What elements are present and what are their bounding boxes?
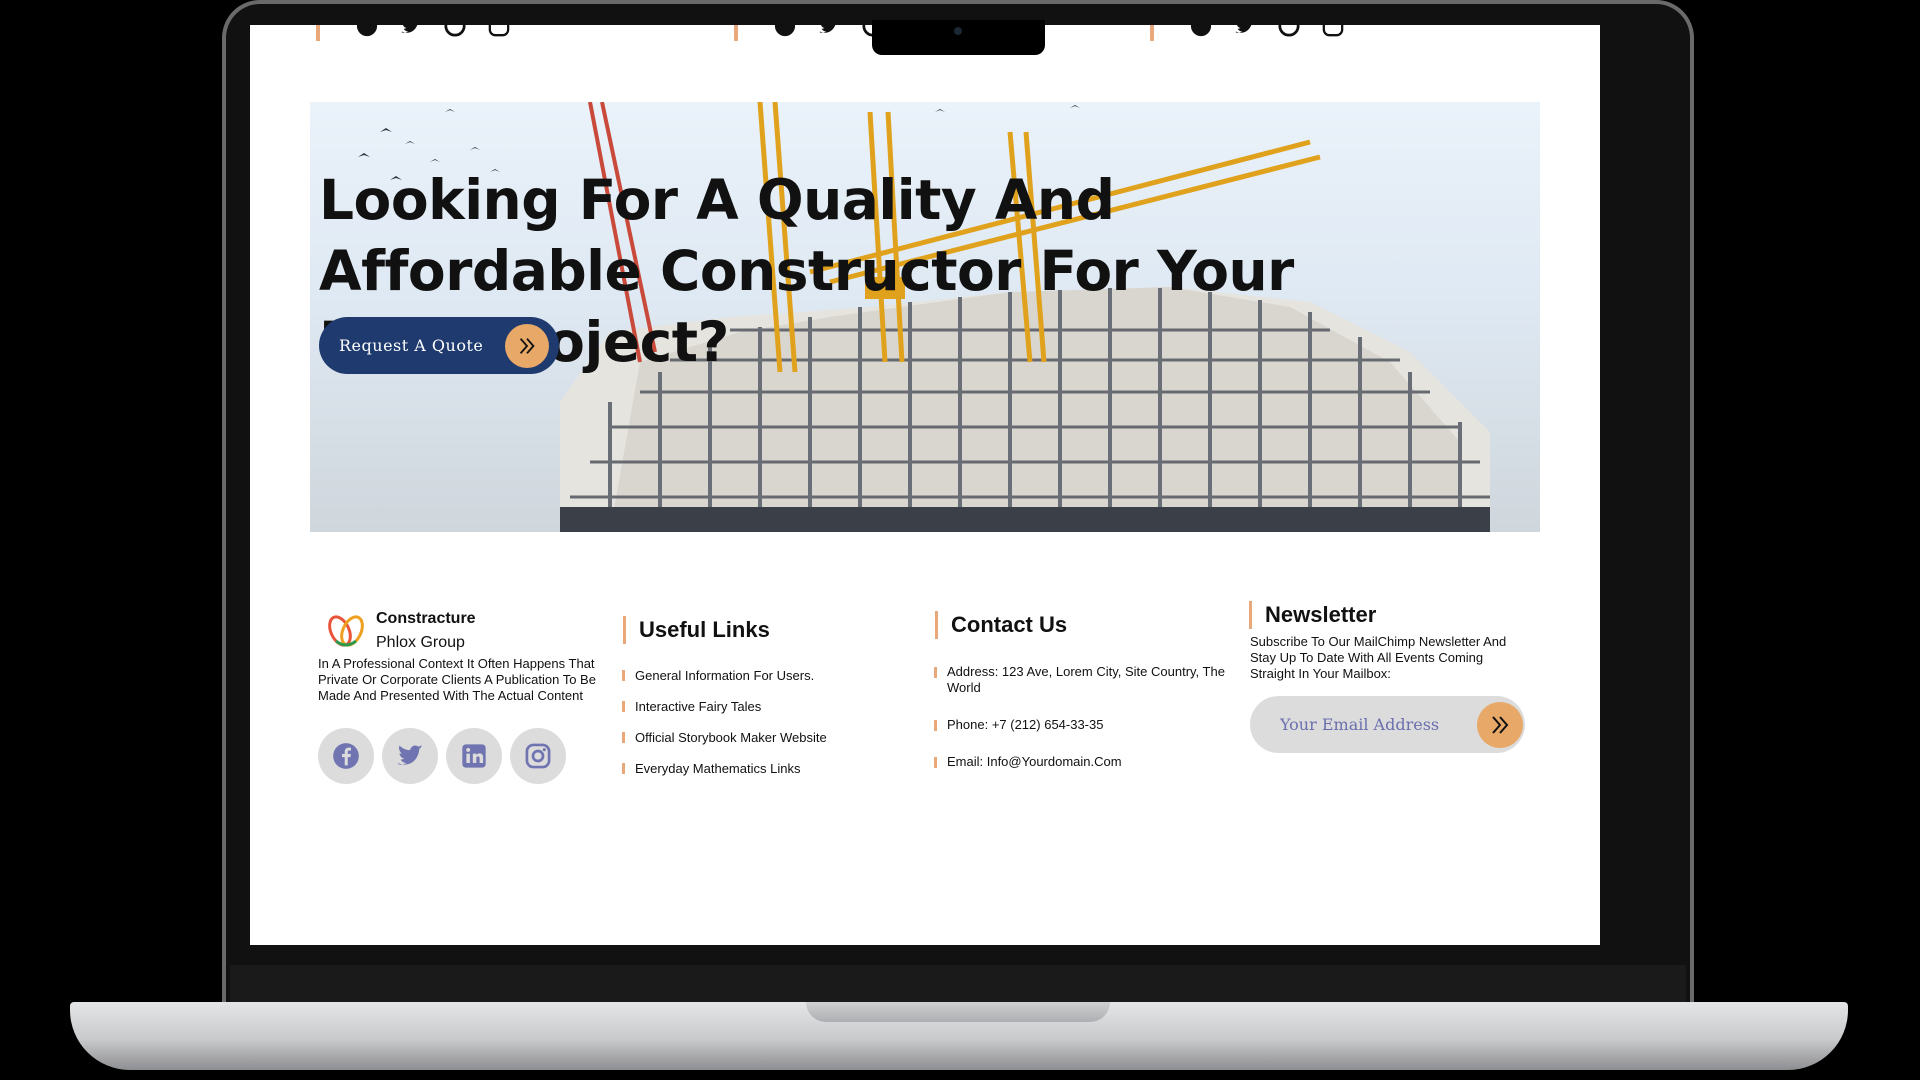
list-item[interactable]: Interactive Fairy Tales [622, 691, 827, 722]
contact-phone[interactable]: Phone: +7 (212) 654-33-35 [934, 717, 1234, 733]
linkedin-icon[interactable] [446, 728, 502, 784]
twitter-icon[interactable] [400, 25, 422, 37]
accent-bar [734, 25, 738, 41]
useful-links-heading: Useful Links [623, 616, 770, 644]
double-chevron-right-icon [1492, 716, 1509, 734]
top-social-row [734, 25, 884, 41]
browser-screen: Looking For A Quality And Affordable Con… [250, 25, 1600, 945]
brand-logo[interactable]: Constracture Phlox Group [326, 607, 476, 655]
email-text: Email: Info@Yourdomain.Com [947, 754, 1122, 769]
newsletter-title: Newsletter [1265, 602, 1377, 627]
request-quote-label: Request A Quote [339, 336, 484, 355]
facebook-icon[interactable] [1190, 25, 1212, 37]
subscribe-button[interactable] [1477, 702, 1523, 748]
newsletter-form [1250, 696, 1525, 753]
accent-bar [935, 611, 938, 639]
link-text: General Information For Users. [635, 668, 815, 683]
bullet-marker [934, 757, 937, 768]
accent-bar [623, 616, 626, 644]
top-social-row [316, 25, 510, 41]
instagram-icon[interactable] [510, 728, 566, 784]
link-text: Interactive Fairy Tales [635, 699, 762, 714]
top-social-row [1150, 25, 1344, 41]
twitter-icon[interactable] [818, 25, 840, 37]
link-text: Everyday Mathematics Links [635, 761, 801, 776]
double-chevron-right-icon [505, 324, 549, 368]
pinterest-icon[interactable] [1278, 25, 1300, 37]
phone-text: Phone: +7 (212) 654-33-35 [947, 717, 1104, 732]
bullet-marker [934, 667, 937, 678]
site-footer: Constracture Phlox Group In A Profession… [250, 565, 1600, 825]
logo-icon [328, 615, 364, 647]
contact-title: Contact Us [951, 612, 1068, 637]
bullet-marker [622, 763, 625, 774]
social-links [318, 728, 566, 784]
instagram-icon[interactable] [1322, 25, 1344, 37]
useful-links-list: General Information For Users. Interacti… [622, 660, 827, 784]
bullet-marker [622, 670, 625, 681]
accent-bar [316, 25, 320, 41]
twitter-icon[interactable] [1234, 25, 1256, 37]
link-text: Official Storybook Maker Website [635, 730, 827, 745]
laptop-bezel [230, 965, 1686, 1005]
list-item[interactable]: General Information For Users. [622, 660, 827, 691]
pinterest-icon[interactable] [444, 25, 466, 37]
instagram-icon[interactable] [488, 25, 510, 37]
accent-bar [1150, 25, 1154, 41]
contact-address: Address: 123 Ave, Lorem City, Site Count… [934, 664, 1234, 696]
camera-icon [954, 27, 962, 35]
list-item[interactable]: Official Storybook Maker Website [622, 722, 827, 753]
about-text: In A Professional Context It Often Happe… [318, 656, 596, 703]
list-item[interactable]: Everyday Mathematics Links [622, 753, 827, 784]
newsletter-heading: Newsletter [1249, 601, 1376, 629]
twitter-icon[interactable] [382, 728, 438, 784]
hero-banner: Looking For A Quality And Affordable Con… [310, 102, 1540, 532]
useful-links-title: Useful Links [639, 617, 770, 642]
camera-notch [872, 20, 1045, 55]
brand-name: Constracture [376, 610, 476, 627]
request-quote-button[interactable]: Request A Quote [319, 317, 559, 374]
facebook-icon[interactable] [356, 25, 378, 37]
contact-heading: Contact Us [935, 611, 1067, 639]
laptop-base-notch [806, 1002, 1110, 1022]
email-input[interactable] [1250, 696, 1460, 753]
facebook-icon[interactable] [318, 728, 374, 784]
address-text: Address: 123 Ave, Lorem City, Site Count… [947, 664, 1225, 695]
bullet-marker [622, 732, 625, 743]
contact-email[interactable]: Email: Info@Yourdomain.Com [934, 754, 1234, 770]
facebook-icon[interactable] [774, 25, 796, 37]
brand-subtitle: Phlox Group [376, 634, 465, 651]
bullet-marker [934, 720, 937, 731]
newsletter-description: Subscribe To Our MailChimp Newsletter An… [1250, 634, 1507, 681]
accent-bar [1249, 601, 1252, 629]
bullet-marker [622, 701, 625, 712]
